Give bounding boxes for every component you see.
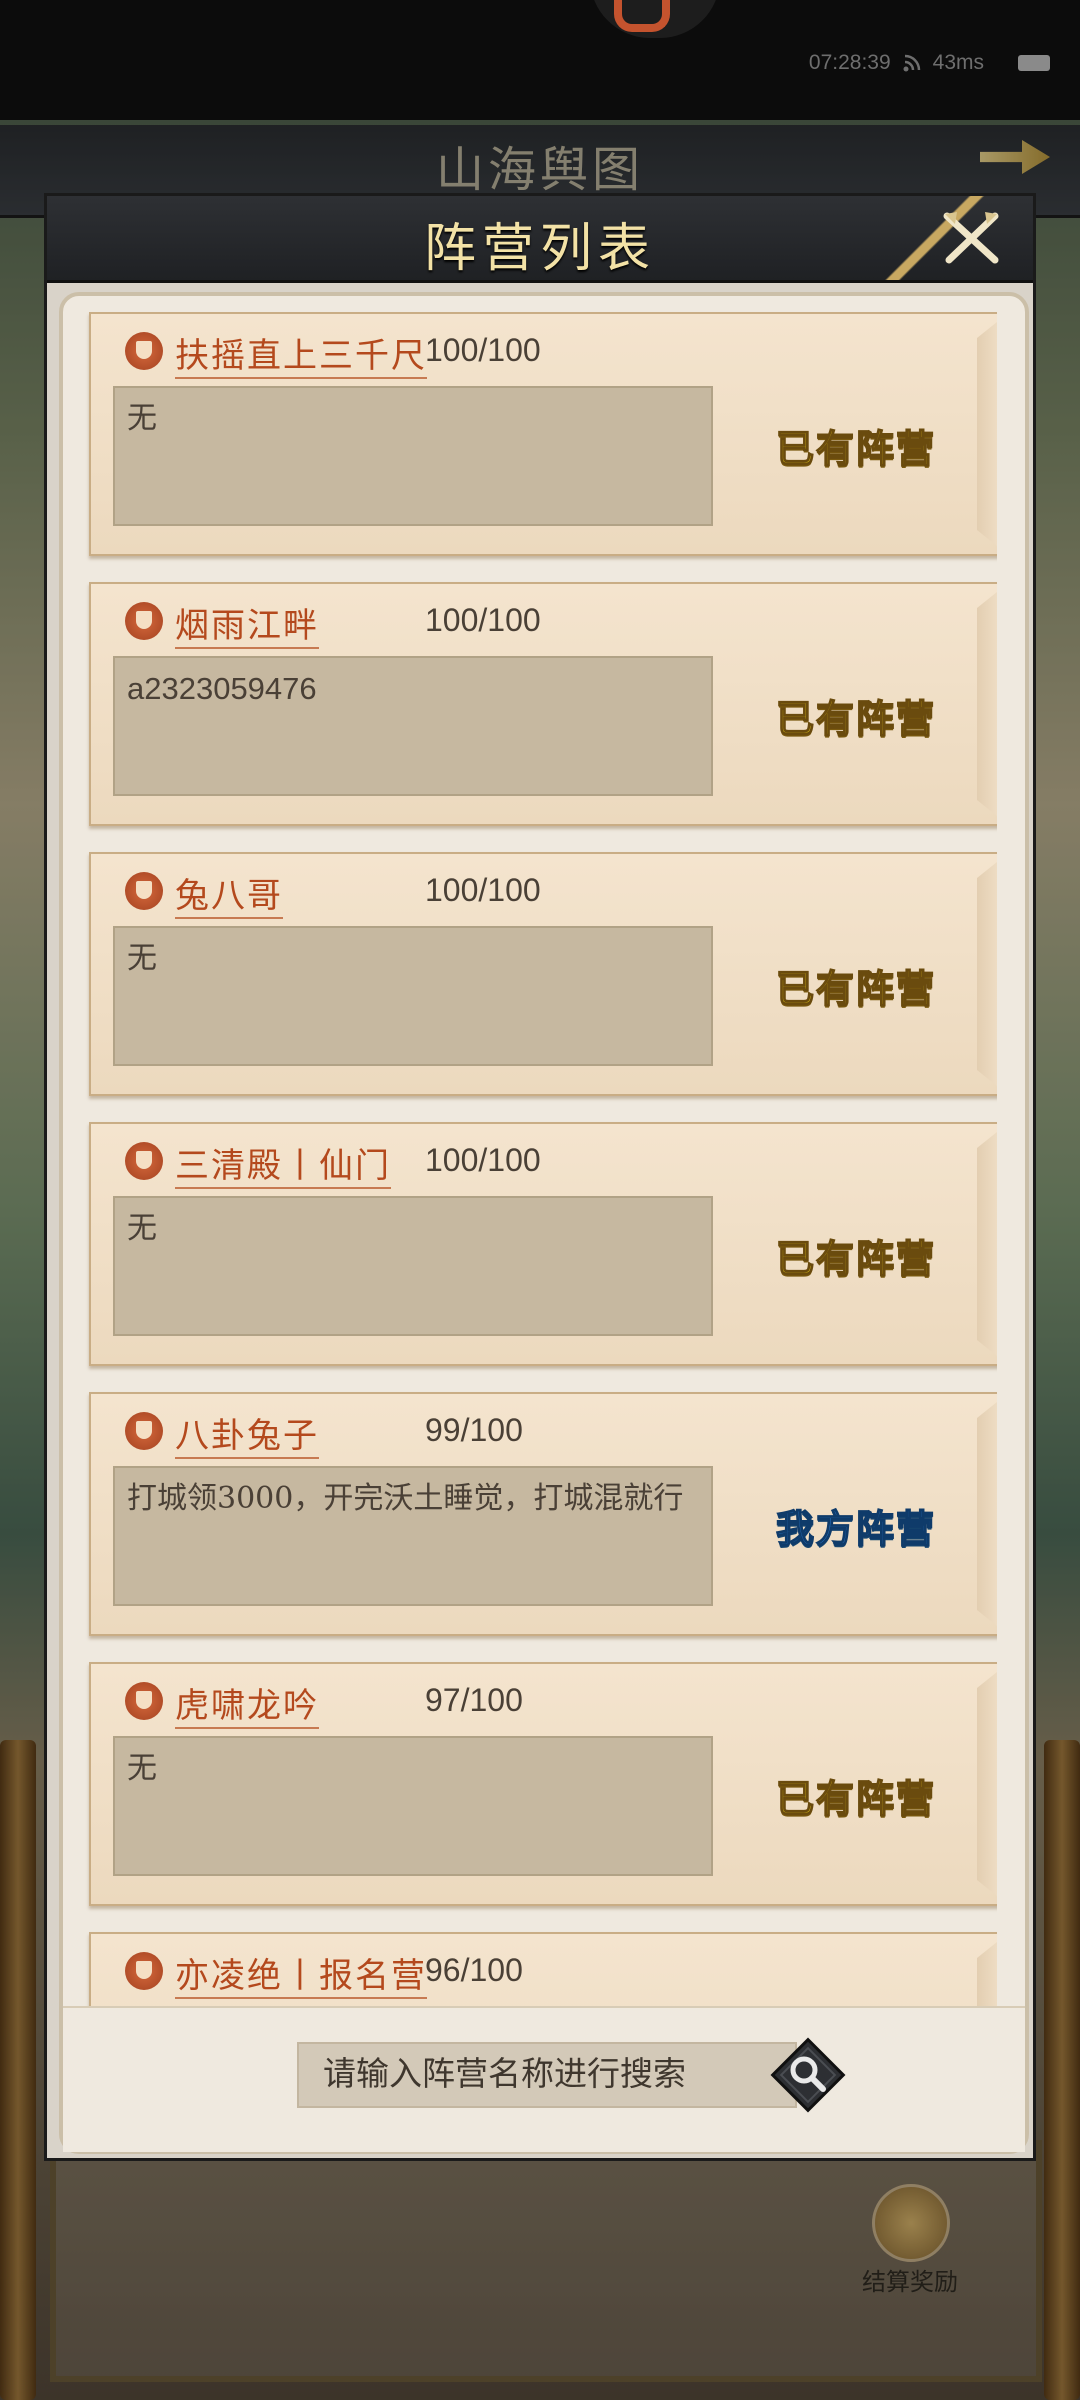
shield-icon [125, 1952, 163, 1990]
faction-member-count: 100/100 [425, 872, 541, 908]
search-bar: 请输入阵营名称进行搜索 [63, 2006, 1025, 2152]
faction-name[interactable]: 烟雨江畔 [175, 598, 319, 649]
faction-member-count: 100/100 [425, 332, 541, 368]
faction-name[interactable]: 扶摇直上三千尺 [175, 328, 427, 379]
faction-card[interactable]: 扶摇直上三千尺 100/100 无 已有阵营 [89, 312, 997, 556]
status-indicators: 07:28:39 43ms [809, 48, 1050, 78]
faction-name[interactable]: 三清殿丨仙门 [175, 1138, 391, 1189]
faction-notice: 无 [113, 926, 713, 1066]
faction-status: 已有阵营 [775, 1235, 936, 1282]
status-bar: 07:28:39 43ms [0, 0, 1080, 120]
crossed-swords-icon[interactable] [937, 204, 1007, 274]
faction-member-count: 99/100 [425, 1412, 523, 1448]
card-tab-decoration [977, 1934, 997, 2006]
faction-status: 我方阵营 [775, 1505, 936, 1552]
faction-card[interactable]: 兔八哥 100/100 无 已有阵营 [89, 852, 997, 1096]
faction-card[interactable]: 八卦兔子 99/100 打城领3000，开完沃土睡觉，打城混就行 我方阵营 [89, 1392, 997, 1636]
clock-text: 07:28:39 [808, 51, 891, 74]
faction-notice: 打城领3000，开完沃土睡觉，打城混就行 [113, 1466, 713, 1606]
faction-card[interactable]: 虎啸龙吟 97/100 无 已有阵营 [89, 1662, 997, 1906]
faction-member-count: 100/100 [425, 602, 541, 638]
shield-icon [125, 872, 163, 910]
faction-list[interactable]: 扶摇直上三千尺 100/100 无 已有阵营 烟雨江畔 100/100 a232… [77, 312, 997, 2006]
shield-icon [125, 1412, 163, 1450]
ping-text: 43ms [932, 51, 984, 74]
magnifier-icon[interactable] [767, 2034, 849, 2116]
dialog-body: 扶摇直上三千尺 100/100 无 已有阵营 烟雨江畔 100/100 a232… [59, 292, 1029, 2154]
faction-card[interactable]: 亦凌绝丨报名营 96/100 [89, 1932, 997, 2006]
shield-icon [125, 602, 163, 640]
faction-status: 已有阵营 [775, 1775, 936, 1822]
battery-icon [1018, 55, 1050, 71]
faction-status: 已有阵营 [775, 425, 936, 472]
faction-member-count: 100/100 [425, 1142, 541, 1178]
faction-name[interactable]: 八卦兔子 [175, 1408, 319, 1459]
faction-name[interactable]: 兔八哥 [175, 868, 283, 919]
signal-icon [903, 54, 920, 72]
faction-card[interactable]: 三清殿丨仙门 100/100 无 已有阵营 [89, 1122, 997, 1366]
faction-list-dialog: 阵营列表 扶摇直上三千尺 100/100 无 已有阵营 烟雨江畔 100/100 [47, 196, 1033, 2158]
shield-icon [125, 1682, 163, 1720]
shield-icon [125, 332, 163, 370]
shield-icon [125, 1142, 163, 1180]
faction-card[interactable]: 烟雨江畔 100/100 a2323059476 已有阵营 [89, 582, 997, 826]
faction-status: 已有阵营 [775, 965, 936, 1012]
faction-name[interactable]: 虎啸龙吟 [175, 1678, 319, 1729]
faction-notice: a2323059476 [113, 656, 713, 796]
dialog-title: 阵营列表 [423, 219, 656, 279]
faction-notice: 无 [113, 386, 713, 526]
faction-member-count: 97/100 [425, 1682, 523, 1718]
faction-notice: 无 [113, 1196, 713, 1336]
faction-member-count: 96/100 [425, 1952, 523, 1988]
faction-name[interactable]: 亦凌绝丨报名营 [175, 1948, 427, 1999]
faction-status: 已有阵营 [775, 695, 936, 742]
dialog-header: 阵营列表 [47, 196, 1033, 283]
faction-notice: 无 [113, 1736, 713, 1876]
search-input[interactable]: 请输入阵营名称进行搜索 [297, 2042, 797, 2108]
app-logo-icon [614, 0, 670, 32]
